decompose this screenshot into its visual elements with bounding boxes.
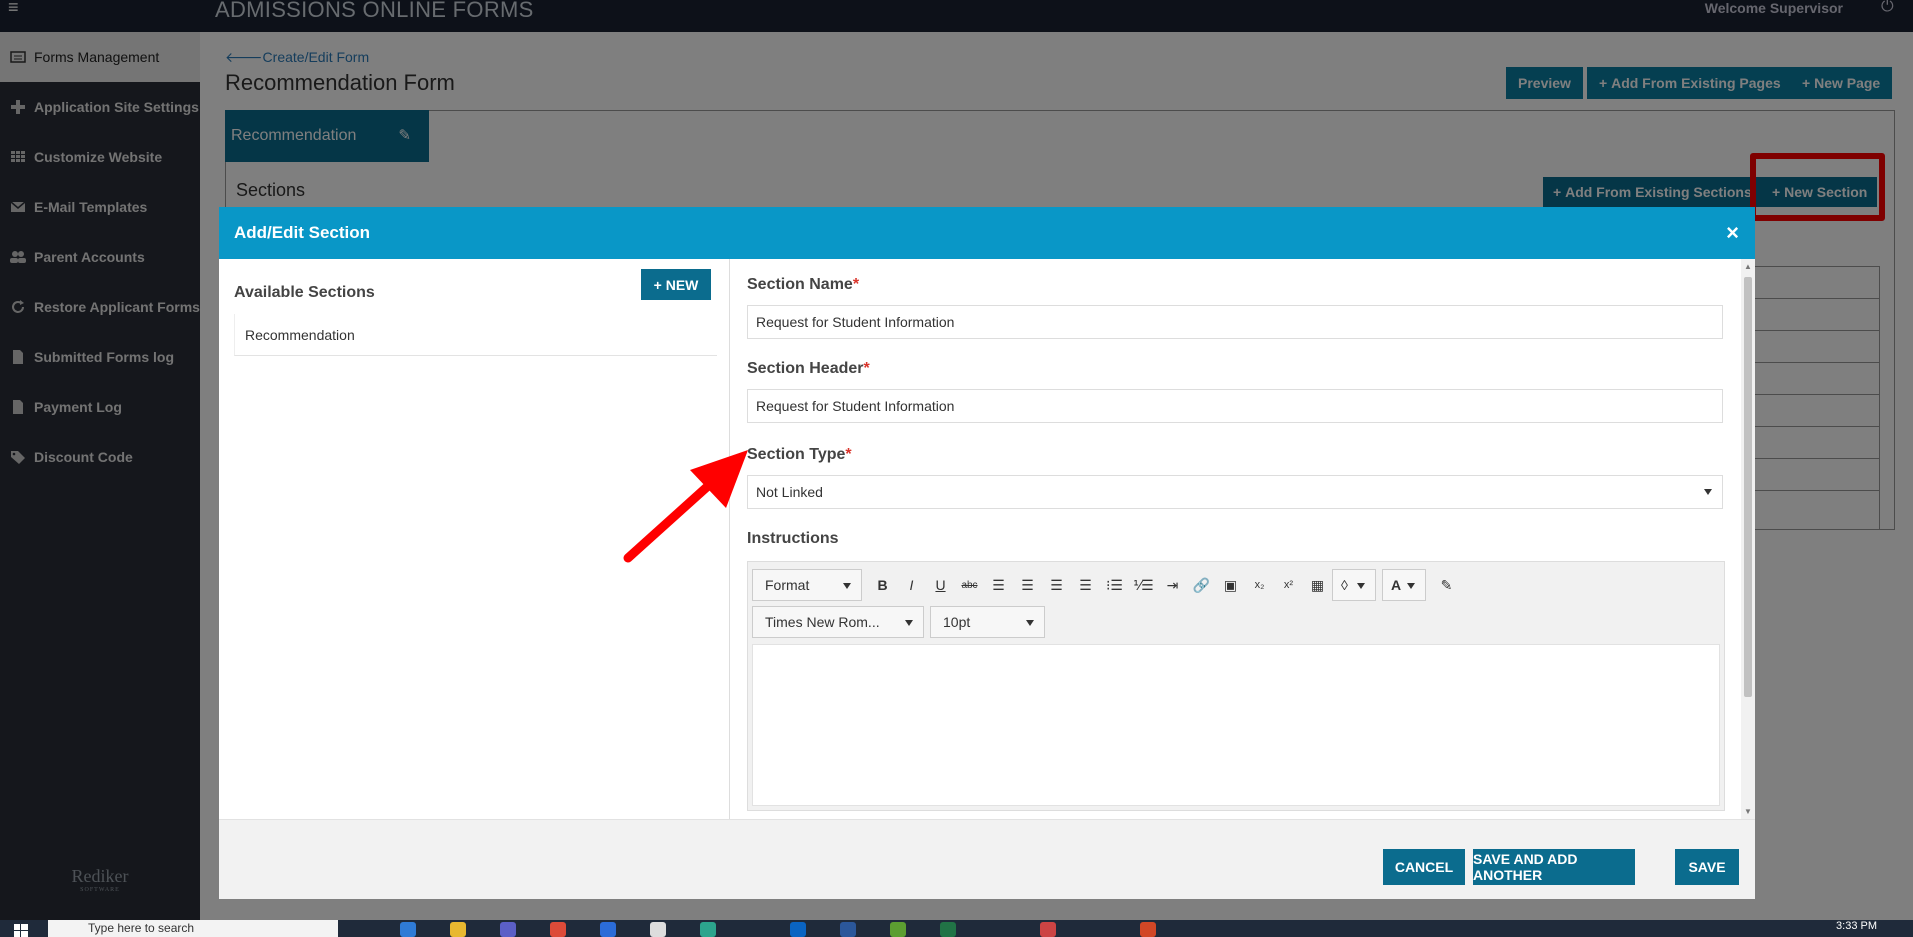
plus-icon: + [653,276,666,293]
taskbar-clock[interactable]: 3:33 PM [1836,920,1877,932]
edge-icon[interactable] [400,922,416,937]
align-justify-icon[interactable]: ☰ [1071,570,1100,600]
save-and-add-another-button[interactable]: SAVE AND ADD ANOTHER [1473,849,1635,885]
teams-icon[interactable] [500,922,516,937]
section-form-pane: Section Name* Request for Student Inform… [730,259,1755,819]
outlook-icon[interactable] [790,922,806,937]
app-icon[interactable] [700,922,716,937]
section-header-label: Section Header* [747,360,870,377]
clear-formatting-icon[interactable]: ✎ [1432,570,1461,600]
form-scrollbar[interactable]: ▲ ▼ [1741,259,1755,819]
chevron-down-icon [905,620,913,626]
list-item[interactable]: Recommendation [234,314,717,356]
section-type-label: Section Type* [747,446,852,463]
windows-start-icon[interactable] [14,924,28,937]
scrollbar-thumb[interactable] [1744,277,1752,697]
section-header-input[interactable]: Request for Student Information [747,389,1723,423]
available-sections-title: Available Sections [234,284,375,301]
editor-toolbar-row-2: Times New Rom... 10pt [752,605,1051,639]
chevron-down-icon [1026,620,1034,626]
align-center-icon[interactable]: ☰ [1013,570,1042,600]
chevron-down-icon [843,583,851,589]
modal-header: Add/Edit Section × [219,207,1755,259]
rich-text-editor: Format B I U abc ☰ ☰ ☰ ☰ ⁝☰ ⅟☰ ⇥ 🔗 ▣ x₂ … [747,561,1725,811]
app-icon[interactable] [1040,922,1056,937]
section-name-input[interactable]: Request for Student Information [747,305,1723,339]
underline-button[interactable]: U [926,570,955,600]
droplet-icon: ◊ [1341,577,1348,593]
modal-title: Add/Edit Section [234,223,370,242]
image-icon[interactable]: ▣ [1216,570,1245,600]
align-left-icon[interactable]: ☰ [984,570,1013,600]
annotation-arrow-icon [623,450,748,563]
instructions-label: Instructions [747,530,839,547]
modal-footer: CANCEL SAVE AND ADD ANOTHER SAVE [219,819,1755,899]
format-dropdown[interactable]: Format [752,569,862,601]
bold-button[interactable]: B [868,570,897,600]
taskbar: Type here to search 3:33 PM [0,920,1913,937]
app-icon[interactable] [650,922,666,937]
editor-toolbar-row-1: Format B I U abc ☰ ☰ ☰ ☰ ⁝☰ ⅟☰ ⇥ 🔗 ▣ x₂ … [752,568,1461,602]
taskbar-search-input[interactable]: Type here to search [48,920,338,937]
close-icon[interactable]: × [1726,220,1739,246]
instructions-textarea[interactable] [752,644,1720,806]
section-name-label: Section Name* [747,276,860,293]
strikethrough-button[interactable]: abc [955,570,984,600]
background-color-dropdown[interactable]: ◊ [1332,569,1376,601]
align-right-icon[interactable]: ☰ [1042,570,1071,600]
subscript-icon[interactable]: x₂ [1245,570,1274,600]
link-icon[interactable]: 🔗 [1187,570,1216,600]
save-button[interactable]: SAVE [1675,849,1739,885]
powerpoint-icon[interactable] [1140,922,1156,937]
scroll-down-icon[interactable]: ▼ [1744,807,1752,816]
font-family-dropdown[interactable]: Times New Rom... [752,606,924,638]
excel-icon[interactable] [940,922,956,937]
table-icon[interactable]: ▦ [1303,570,1332,600]
font-size-dropdown[interactable]: 10pt [930,606,1045,638]
superscript-icon[interactable]: x² [1274,570,1303,600]
chevron-down-icon [1357,583,1365,589]
cancel-button[interactable]: CANCEL [1383,849,1465,885]
bullet-list-icon[interactable]: ⁝☰ [1100,570,1129,600]
text-color-icon: A [1391,577,1402,593]
folder-icon[interactable] [450,922,466,937]
add-edit-section-modal: Add/Edit Section × Available Sections + … [219,207,1755,899]
numbered-list-icon[interactable]: ⅟☰ [1129,570,1158,600]
new-section-button[interactable]: + NEW [641,269,711,300]
word-icon[interactable] [840,922,856,937]
italic-button[interactable]: I [897,570,926,600]
app-icon[interactable] [890,922,906,937]
chevron-down-icon [1407,583,1415,589]
scroll-up-icon[interactable]: ▲ [1744,262,1752,271]
app-icon[interactable] [600,922,616,937]
chrome-icon[interactable] [550,922,566,937]
text-color-dropdown[interactable]: A [1382,569,1426,601]
indent-icon[interactable]: ⇥ [1158,570,1187,600]
section-type-select[interactable]: Not Linked [747,475,1723,509]
chevron-down-icon [1704,489,1712,495]
